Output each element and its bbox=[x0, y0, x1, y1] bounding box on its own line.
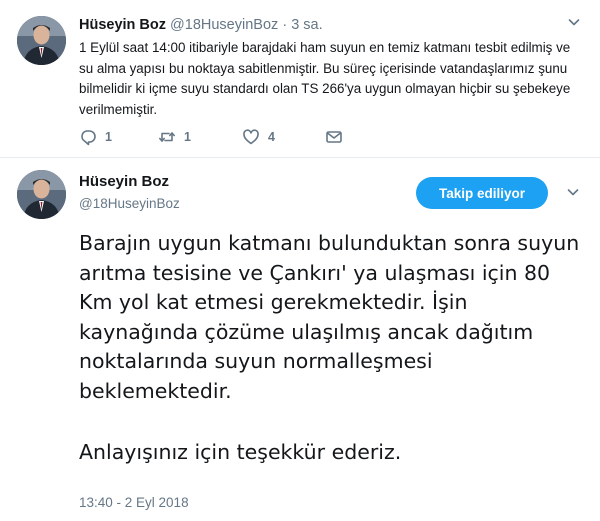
retweet-count: 1 bbox=[184, 130, 191, 144]
reply-icon bbox=[81, 130, 96, 146]
avatar[interactable] bbox=[17, 170, 66, 219]
avatar[interactable] bbox=[17, 16, 66, 65]
reply-button[interactable]: 1 bbox=[79, 128, 112, 146]
chevron-down-icon[interactable] bbox=[566, 185, 580, 199]
retweet-icon bbox=[159, 132, 175, 142]
retweet-button[interactable]: 1 bbox=[158, 128, 191, 146]
author-name[interactable]: Hüseyin Boz bbox=[79, 17, 166, 33]
reply-count: 1 bbox=[105, 130, 112, 144]
author-handle[interactable]: @18HuseyinBoz bbox=[170, 17, 278, 33]
tweet-text: 1 Eylül saat 14:00 itibariyle barajdaki … bbox=[79, 40, 571, 117]
like-count: 4 bbox=[268, 130, 275, 144]
tweet-text: Barajın uygun katmanı bulunduktan sonra … bbox=[79, 229, 584, 467]
divider bbox=[0, 157, 600, 158]
avatar-image bbox=[17, 170, 66, 219]
author-name[interactable]: Hüseyin Boz bbox=[79, 173, 169, 190]
direct-message-button[interactable] bbox=[325, 128, 343, 146]
tweet-timestamp[interactable]: 13:40 - 2 Eyl 2018 bbox=[79, 495, 189, 510]
envelope-icon bbox=[326, 131, 342, 143]
tweet-header: Hüseyin Boz @18HuseyinBoz · 3 sa. bbox=[79, 17, 323, 33]
author-handle[interactable]: @18HuseyinBoz bbox=[79, 196, 180, 211]
tweet-time[interactable]: 3 sa. bbox=[291, 17, 322, 33]
tweet-paragraph: Barajın uygun katmanı bulunduktan sonra … bbox=[79, 231, 580, 403]
tweet-paragraph: Anlayışınız için teşekkür ederiz. bbox=[79, 439, 402, 464]
following-button[interactable]: Takip ediliyor bbox=[416, 177, 548, 209]
chevron-down-icon[interactable] bbox=[567, 15, 581, 29]
heart-icon bbox=[243, 129, 259, 145]
meta-separator: · bbox=[282, 17, 288, 33]
like-button[interactable]: 4 bbox=[242, 128, 275, 146]
avatar-image bbox=[17, 16, 66, 65]
